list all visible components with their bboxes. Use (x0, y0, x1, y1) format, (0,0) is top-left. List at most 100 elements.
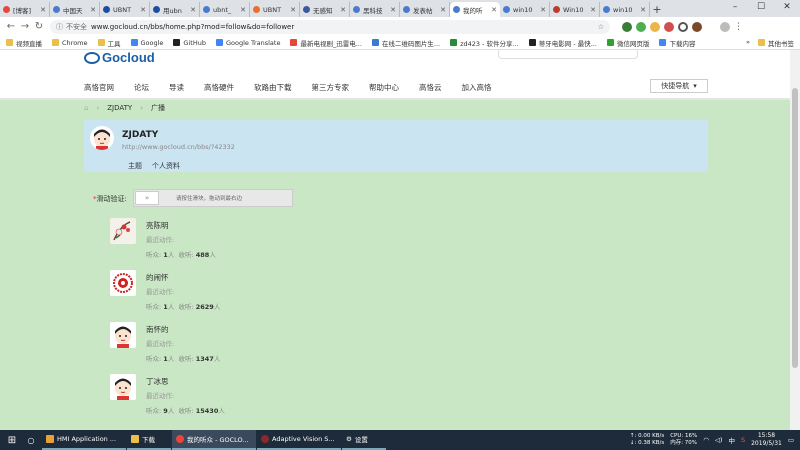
nav-item[interactable]: 高恪云 (419, 82, 442, 93)
site-search-input[interactable] (498, 50, 638, 59)
close-tab-icon[interactable]: ✕ (340, 6, 346, 14)
wifi-icon[interactable]: ◠ (703, 436, 709, 444)
extension-icon[interactable] (650, 21, 660, 32)
taskbar-app[interactable]: ⚙ 设置 (342, 430, 386, 450)
tab-profile[interactable]: 个人资料 (152, 161, 180, 171)
bookmark-item[interactable]: 视频直播 (6, 38, 42, 48)
close-tab-icon[interactable]: ✕ (140, 6, 146, 14)
taskbar-app[interactable]: Adaptive Vision S... (257, 430, 341, 450)
clock[interactable]: 15:58 2019/5/31 (751, 432, 782, 448)
avatar[interactable] (110, 218, 136, 244)
tab-topics[interactable]: 主题 (128, 161, 142, 171)
extension-icon[interactable] (678, 21, 688, 32)
browser-tab[interactable]: Win10 ✕ (550, 2, 600, 17)
follower-name[interactable]: 亮陈明 (146, 220, 169, 231)
info-icon[interactable]: ⓘ (56, 22, 63, 32)
bookmark-item[interactable]: 微信网页版 (606, 38, 649, 48)
browser-tab[interactable]: 我的听 ✕ (450, 2, 500, 17)
taskbar-app[interactable]: 我的听众 - GOCLO... (172, 430, 256, 450)
avatar[interactable] (90, 126, 114, 150)
browser-tab[interactable]: UBNT ✕ (100, 2, 150, 17)
maximize-button[interactable]: ☐ (748, 0, 774, 17)
scrollbar-thumb[interactable] (792, 88, 798, 368)
bookmark-item[interactable]: 下载内容 (659, 38, 695, 48)
close-tab-icon[interactable]: ✕ (590, 6, 596, 14)
quick-nav-button[interactable]: 快捷导航 ▾ (650, 79, 708, 93)
bookmarks-more-button[interactable]: » (746, 38, 750, 48)
slider-handle[interactable]: » (135, 191, 159, 205)
close-tab-icon[interactable]: ✕ (240, 6, 246, 14)
bookmark-item[interactable]: 工具 (97, 38, 121, 48)
ime-indicator[interactable]: 中 (728, 435, 735, 445)
follower-name[interactable]: 的闹怀 (146, 272, 169, 283)
nav-item[interactable]: 高恪官网 (84, 82, 114, 93)
bookmark-item[interactable]: Chrome (52, 39, 88, 47)
windows-start-icon[interactable]: ⊞ (0, 435, 24, 446)
breadcrumb-user[interactable]: ZJDATY (107, 104, 132, 112)
bookmark-item[interactable]: Google (130, 39, 163, 47)
bookmark-item[interactable]: 蒂牙电影网 - 最快... (528, 38, 597, 48)
star-icon[interactable]: ☆ (598, 23, 604, 31)
bookmark-item[interactable]: 在线二维码图片生... (371, 38, 440, 48)
taskbar-app[interactable]: 下载 (127, 430, 171, 450)
nav-item[interactable]: 软路由下载 (254, 82, 292, 93)
reload-icon[interactable]: ↻ (32, 21, 46, 32)
extension-icon[interactable] (636, 21, 646, 32)
browser-tab[interactable]: win10 ✕ (600, 2, 650, 17)
bookmark-item[interactable]: 最新电视剧_迅雷电... (290, 38, 362, 48)
nav-item[interactable]: 论坛 (134, 82, 149, 93)
bookmark-item[interactable]: zd423 - 软件分享... (450, 38, 519, 48)
url-text[interactable]: www.gocloud.cn/bbs/home.php?mod=follow&d… (91, 23, 294, 31)
following-count[interactable]: 2629 (196, 303, 214, 311)
browser-tab[interactable]: 黑科技 ✕ (350, 2, 400, 17)
avatar[interactable] (110, 270, 136, 296)
new-tab-button[interactable]: + (650, 2, 664, 17)
close-tab-icon[interactable]: ✕ (40, 6, 46, 14)
forward-icon[interactable]: → (18, 21, 32, 32)
close-tab-icon[interactable]: ✕ (90, 6, 96, 14)
nav-item[interactable]: 导读 (169, 82, 184, 93)
close-window-button[interactable]: ✕ (774, 0, 800, 17)
taskbar-app[interactable]: HMI Application ... (42, 430, 126, 450)
profile-url[interactable]: http://www.gocloud.cn/bbs/?42332 (122, 143, 235, 151)
omnibox[interactable]: ⓘ 不安全 www.gocloud.cn/bbs/home.php?mod=fo… (50, 19, 610, 34)
nav-item[interactable]: 帮助中心 (369, 82, 399, 93)
site-logo[interactable]: Gocloud (84, 50, 155, 65)
bookmark-item[interactable]: GitHub (173, 39, 206, 47)
nav-item[interactable]: 加入高恪 (462, 82, 492, 93)
close-tab-icon[interactable]: ✕ (190, 6, 196, 14)
search-icon[interactable]: ○ (24, 436, 38, 445)
notification-icon[interactable]: ▭ (788, 436, 794, 444)
close-tab-icon[interactable]: ✕ (390, 6, 396, 14)
bookmark-item[interactable]: Google Translate (215, 39, 280, 47)
browser-tab[interactable]: 无感知 ✕ (300, 2, 350, 17)
follower-name[interactable]: 丁冰思 (146, 376, 169, 387)
minimize-button[interactable]: – (722, 0, 748, 17)
avatar[interactable] (110, 374, 136, 400)
close-tab-icon[interactable]: ✕ (491, 6, 497, 14)
browser-tab[interactable]: 用ubn ✕ (150, 2, 200, 17)
browser-tab[interactable]: ubnt_ ✕ (200, 2, 250, 17)
browser-tab[interactable]: [博客] ✕ (0, 2, 50, 17)
menu-icon[interactable]: ⋮ (734, 22, 743, 32)
sogou-icon[interactable]: S (741, 436, 745, 444)
browser-tab[interactable]: UBNT ✕ (250, 2, 300, 17)
avatar-icon[interactable] (720, 21, 730, 32)
close-tab-icon[interactable]: ✕ (540, 6, 546, 14)
back-icon[interactable]: ← (4, 21, 18, 32)
following-count[interactable]: 1347 (196, 355, 214, 363)
avatar[interactable] (110, 322, 136, 348)
close-tab-icon[interactable]: ✕ (290, 6, 296, 14)
extension-icon[interactable] (664, 21, 674, 32)
close-tab-icon[interactable]: ✕ (440, 6, 446, 14)
browser-tab[interactable]: 发表帖 ✕ (400, 2, 450, 17)
volume-icon[interactable]: ◁) (715, 436, 723, 444)
following-count[interactable]: 15430 (196, 407, 219, 415)
page-scrollbar[interactable] (790, 50, 800, 430)
nav-item[interactable]: 高恪硬件 (204, 82, 234, 93)
close-tab-icon[interactable]: ✕ (640, 6, 646, 14)
following-count[interactable]: 488 (196, 251, 210, 259)
extension-icon[interactable] (692, 21, 702, 32)
home-icon[interactable]: ⌂ (84, 104, 88, 112)
extension-icon[interactable] (622, 21, 632, 32)
